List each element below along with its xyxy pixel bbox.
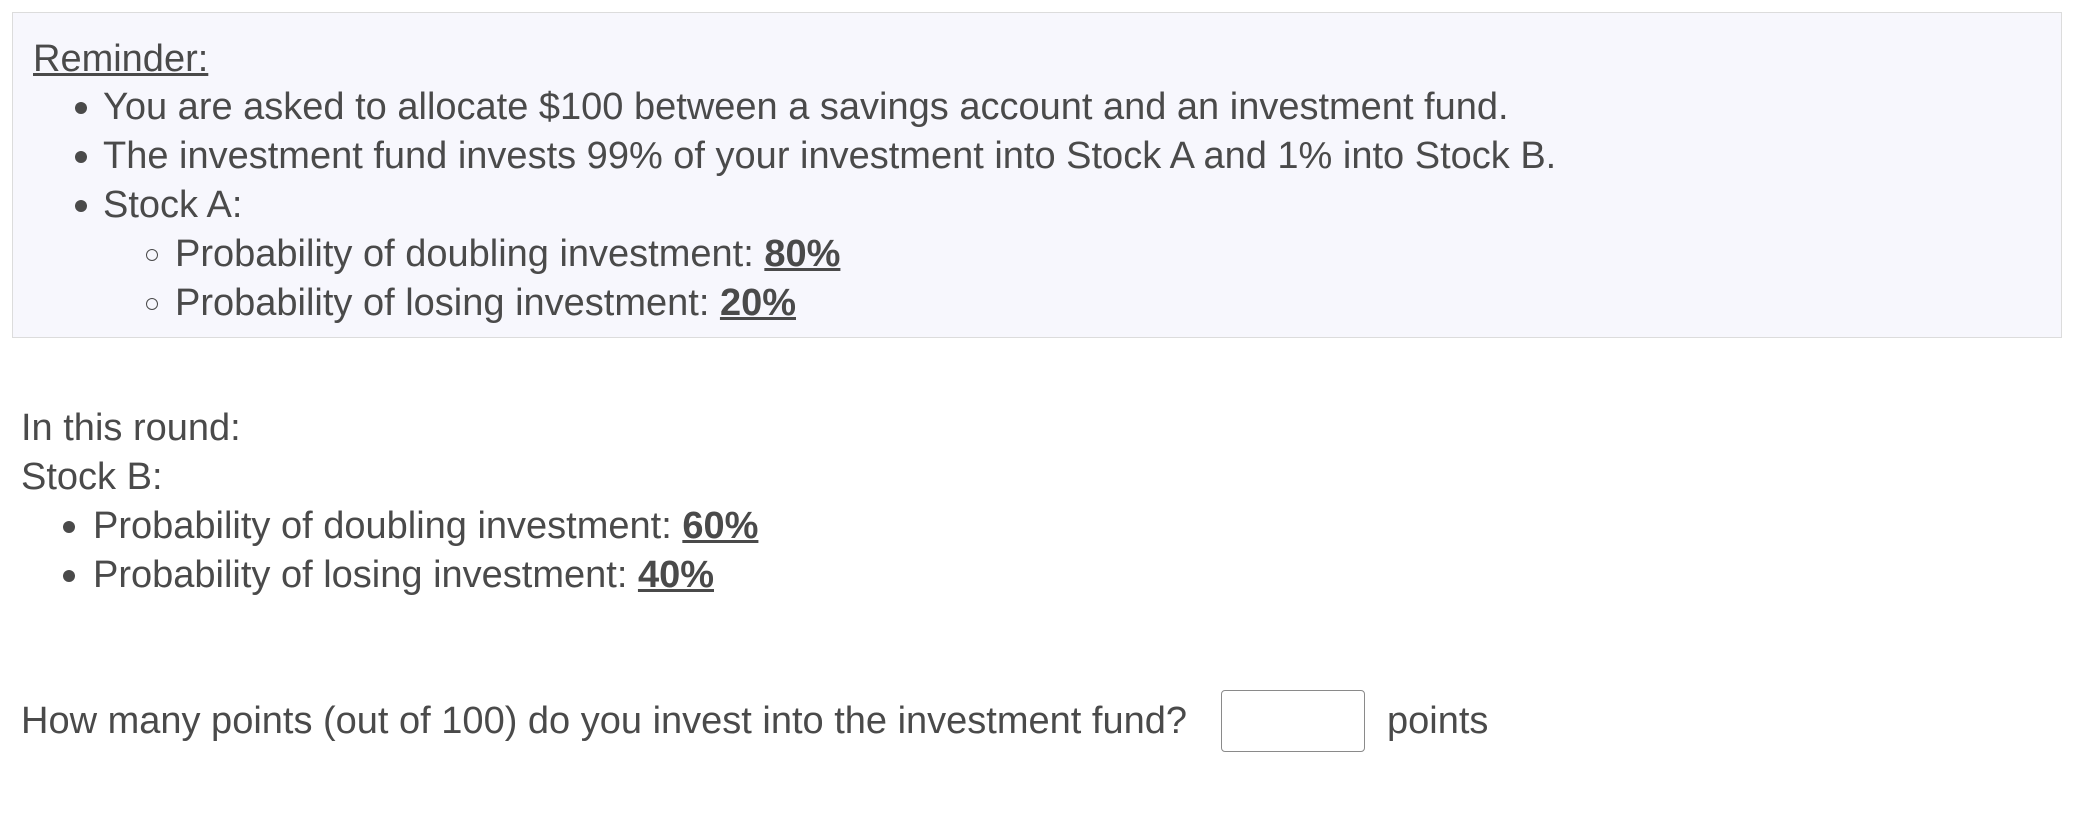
round-intro: In this round:: [21, 407, 241, 449]
reminder-item-fund-split-text: The investment fund invests 99% of your …: [103, 135, 1557, 177]
reminder-title: Reminder:: [33, 38, 209, 80]
stock-a-doubling-label: Probability of doubling investment:: [175, 233, 765, 275]
question-text: How many points (out of 100) do you inve…: [21, 699, 1187, 742]
stock-b-list: Probability of doubling investment: 60% …: [21, 502, 758, 600]
stock-a-losing-value: 20%: [719, 282, 796, 324]
stock-b-doubling-value: 60%: [682, 505, 759, 547]
stock-b-doubling-item: Probability of doubling investment: 60%: [21, 502, 758, 551]
stock-b-losing-label: Probability of losing investment:: [93, 554, 638, 596]
stock-a-losing-label: Probability of losing investment:: [175, 282, 720, 324]
reminder-item-stock-a: Stock A:: [33, 181, 2041, 230]
reminder-list: You are asked to allocate $100 between a…: [33, 83, 2041, 230]
question-row: How many points (out of 100) do you inve…: [21, 689, 1488, 753]
reminder-item-stock-a-text: Stock A:: [103, 184, 243, 226]
stock-a-doubling-value: 80%: [764, 233, 841, 275]
reminder-item-allocation: You are asked to allocate $100 between a…: [33, 83, 2041, 132]
stock-b-losing-value: 40%: [637, 554, 714, 596]
stock-b-doubling-label: Probability of doubling investment:: [93, 505, 683, 547]
stock-a-doubling-item: Probability of doubling investment: 80%: [33, 230, 2041, 279]
round-section: In this round: Stock B: Probability of d…: [21, 404, 758, 600]
points-input[interactable]: [1221, 690, 1365, 752]
stock-a-losing-item: Probability of losing investment: 20%: [33, 279, 2041, 328]
points-unit-label: points: [1387, 699, 1489, 742]
reminder-item-allocation-text: You are asked to allocate $100 between a…: [103, 86, 1509, 128]
reminder-item-fund-split: The investment fund invests 99% of your …: [33, 132, 2041, 181]
stock-b-label: Stock B:: [21, 456, 163, 498]
stock-b-losing-item: Probability of losing investment: 40%: [21, 551, 758, 600]
stock-a-list: Probability of doubling investment: 80% …: [33, 230, 2041, 328]
reminder-box: Reminder: You are asked to allocate $100…: [12, 12, 2062, 338]
